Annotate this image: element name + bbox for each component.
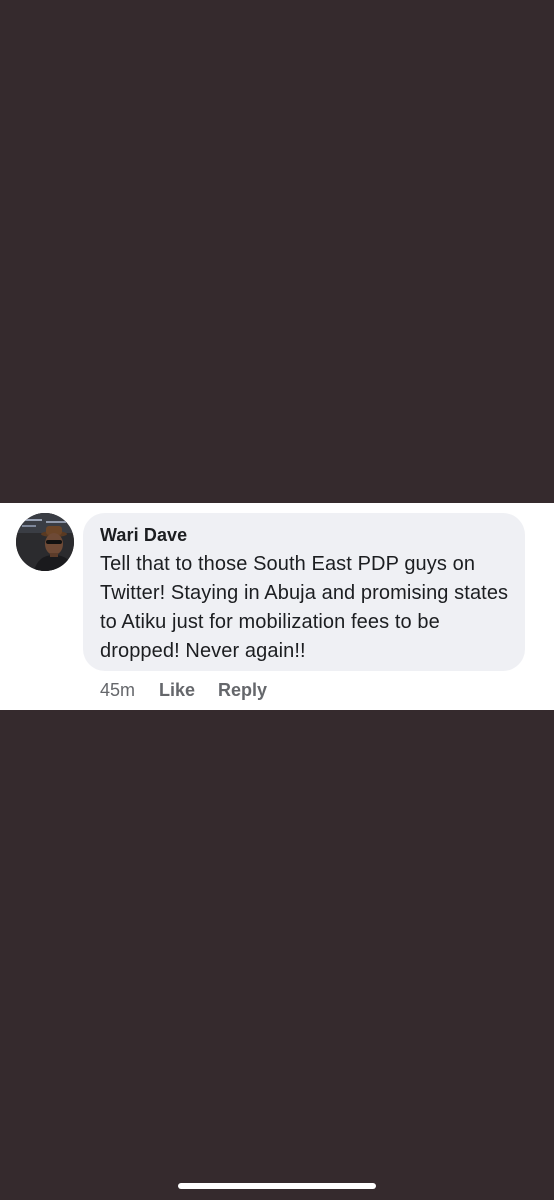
- screen: Wari Dave Tell that to those South East …: [0, 0, 554, 1200]
- avatar[interactable]: [16, 513, 74, 571]
- comment-author[interactable]: Wari Dave: [100, 524, 509, 546]
- comment-card: Wari Dave Tell that to those South East …: [0, 503, 554, 710]
- dark-backdrop-top: [0, 0, 554, 503]
- comment-timestamp: 45m: [100, 679, 136, 700]
- like-button[interactable]: Like: [159, 680, 195, 701]
- dark-backdrop-bottom: [0, 710, 554, 1200]
- comment-actions: 45m Like Reply: [100, 678, 267, 702]
- home-indicator[interactable]: [178, 1183, 376, 1189]
- reply-button[interactable]: Reply: [218, 680, 267, 701]
- comment-text: Tell that to those South East PDP guys o…: [100, 553, 509, 662]
- avatar-photo-icon: [16, 513, 74, 571]
- comment-bubble[interactable]: Wari Dave Tell that to those South East …: [83, 513, 525, 671]
